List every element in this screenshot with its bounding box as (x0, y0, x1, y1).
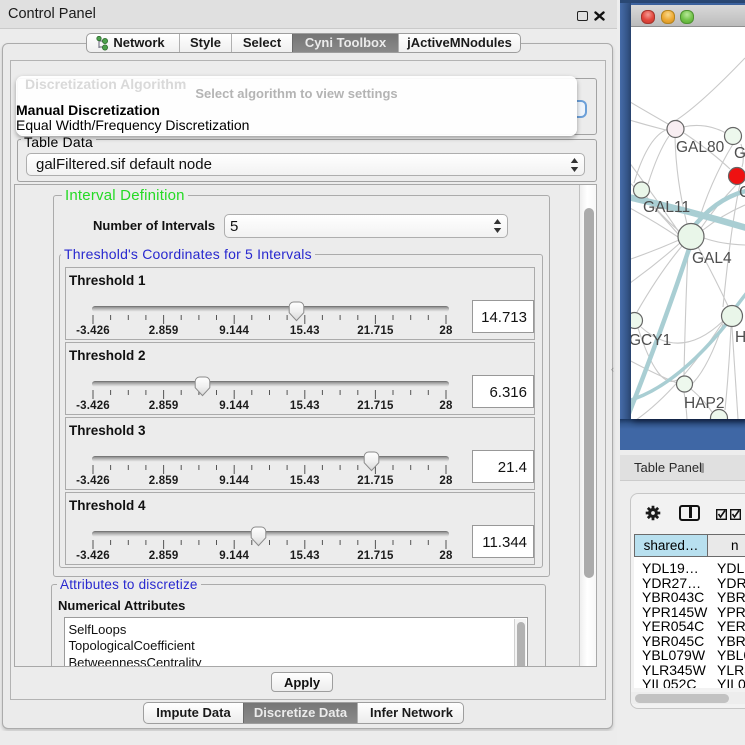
svg-text:GA: GA (734, 145, 745, 162)
svg-text:GAL4: GAL4 (692, 250, 732, 267)
svg-text:HAP2: HAP2 (684, 395, 725, 412)
svg-text:GCY1: GCY1 (631, 332, 671, 349)
svg-text:GAL11: GAL11 (643, 199, 690, 216)
svg-text:C: C (739, 184, 745, 201)
svg-text:H: H (735, 329, 745, 346)
svg-text:GAL80: GAL80 (676, 139, 725, 156)
